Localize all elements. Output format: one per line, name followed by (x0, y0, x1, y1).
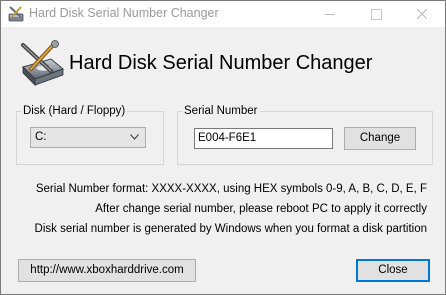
close-icon (417, 9, 427, 19)
change-button[interactable]: Change (344, 127, 416, 150)
close-button[interactable]: Close (356, 259, 430, 282)
title-bar[interactable]: Hard Disk Serial Number Changer (1, 1, 445, 27)
reboot-info-text: After change serial number, please reboo… (95, 203, 427, 215)
minimize-icon (325, 13, 335, 15)
app-heading: Hard Disk Serial Number Changer (69, 52, 373, 74)
window-title: Hard Disk Serial Number Changer (29, 6, 219, 20)
app-window: Hard Disk Serial Number Changer Hard Dis… (0, 0, 446, 295)
close-window-button[interactable] (399, 1, 445, 27)
hard-disk-tools-icon (8, 6, 24, 22)
format-info-text: Serial Number format: XXXX-XXXX, using H… (35, 183, 427, 195)
serial-number-label: Serial Number (184, 105, 258, 117)
disk-group-label: Disk (Hard / Floppy) (23, 105, 126, 117)
generation-info-text: Disk serial number is generated by Windo… (34, 223, 427, 235)
disk-select-value: C: (35, 131, 47, 143)
maximize-button[interactable] (353, 1, 399, 27)
maximize-icon (370, 8, 382, 20)
website-link-button[interactable]: http://www.xboxharddrive.com (18, 259, 196, 282)
disk-select[interactable]: C: (30, 127, 146, 148)
minimize-button[interactable] (307, 1, 353, 27)
chevron-down-icon (130, 134, 139, 140)
serial-number-input[interactable]: E004-F6E1 (194, 128, 333, 149)
hard-disk-tools-logo-icon (21, 40, 64, 86)
